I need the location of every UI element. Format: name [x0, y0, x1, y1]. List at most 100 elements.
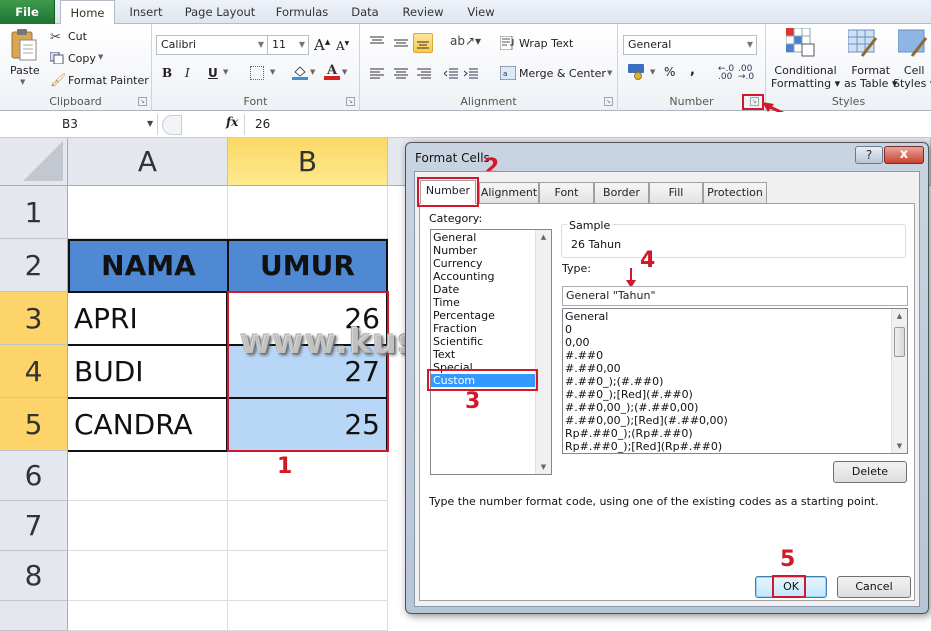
grow-font-icon[interactable]: A▲: [314, 36, 330, 54]
category-item-currency[interactable]: Currency: [431, 257, 551, 270]
format-code-item[interactable]: 0: [563, 323, 907, 336]
merge-dropdown-icon[interactable]: ▼: [607, 69, 612, 77]
format-code-item[interactable]: #.##0: [563, 349, 907, 362]
format-code-item[interactable]: #.##0,00: [563, 362, 907, 375]
format-code-list[interactable]: General 0 0,00 #.##0 #.##0,00 #.##0_);(#.##0)…: [562, 308, 908, 454]
cell-a4[interactable]: BUDI: [68, 346, 228, 399]
alignment-launcher-icon[interactable]: ↘: [604, 97, 613, 106]
decrease-decimal-icon[interactable]: .00 →.0: [738, 65, 754, 82]
conditional-formatting-button[interactable]: Conditional Formatting ▾: [771, 64, 840, 90]
dialog-tab-font[interactable]: Font: [539, 182, 594, 203]
category-item-fraction[interactable]: Fraction: [431, 322, 551, 335]
font-launcher-icon[interactable]: ↘: [346, 97, 355, 106]
cell-b9[interactable]: [228, 601, 388, 631]
comma-style-button[interactable]: ,: [690, 63, 695, 78]
font-name-combo[interactable]: Calibri ▼: [156, 35, 268, 55]
category-item-general[interactable]: General: [431, 231, 551, 244]
cell-a9[interactable]: [68, 601, 228, 631]
font-size-combo[interactable]: 11 ▼: [267, 35, 309, 55]
cell-a8[interactable]: [68, 551, 228, 601]
scroll-up-icon[interactable]: ▲: [536, 230, 551, 244]
align-right-icon[interactable]: [417, 68, 431, 80]
underline-button[interactable]: U: [208, 66, 218, 80]
italic-button[interactable]: I: [185, 66, 190, 80]
row-header-8[interactable]: 8: [0, 551, 68, 601]
align-top-icon[interactable]: [370, 36, 384, 46]
cancel-button[interactable]: Cancel: [837, 576, 911, 598]
font-color-dropdown-icon[interactable]: ▼: [342, 68, 347, 76]
align-middle-icon[interactable]: [394, 38, 408, 48]
cell-a3[interactable]: APRI: [68, 293, 228, 346]
category-item-date[interactable]: Date: [431, 283, 551, 296]
format-as-table-button[interactable]: Format as Table ▾: [844, 64, 897, 90]
category-list[interactable]: General Number Currency Accounting Date Time P…: [430, 229, 552, 475]
decrease-indent-icon[interactable]: [443, 68, 458, 80]
fill-color-icon[interactable]: [292, 64, 308, 80]
format-code-item[interactable]: Rp#.##0_);(Rp#.##0): [563, 427, 907, 440]
dialog-tab-fill[interactable]: Fill: [649, 182, 703, 203]
format-list-scrollbar[interactable]: ▲ ▼: [891, 309, 907, 453]
tab-file[interactable]: File: [0, 0, 55, 24]
cell-a7[interactable]: [68, 501, 228, 551]
category-item-text[interactable]: Text: [431, 348, 551, 361]
category-item-percentage[interactable]: Percentage: [431, 309, 551, 322]
format-code-item[interactable]: Rp#.##0_);[Red](Rp#.##0): [563, 440, 907, 453]
paste-button[interactable]: Paste: [10, 64, 40, 77]
accounting-dropdown-icon[interactable]: ▼: [650, 68, 655, 76]
cell-a1[interactable]: [68, 186, 228, 239]
tab-formulas[interactable]: Formulas: [270, 0, 334, 24]
format-painter-button[interactable]: Format Painter: [68, 74, 149, 87]
copy-dropdown-icon[interactable]: ▼: [98, 53, 103, 61]
increase-decimal-icon[interactable]: ←.0.00: [718, 65, 734, 82]
orientation-icon[interactable]: ab↗▾: [450, 34, 481, 48]
scroll-down-icon[interactable]: ▼: [892, 439, 907, 453]
cell-styles-button[interactable]: CellStyles ▾: [893, 64, 931, 90]
copy-button[interactable]: Copy: [68, 52, 96, 65]
help-button[interactable]: ?: [855, 146, 883, 164]
scroll-thumb[interactable]: [894, 327, 905, 357]
accounting-format-icon[interactable]: [628, 64, 646, 80]
borders-icon[interactable]: [250, 66, 264, 80]
row-header-5[interactable]: 5: [0, 398, 68, 451]
cell-a5[interactable]: CANDRA: [68, 399, 228, 452]
row-header-2[interactable]: 2: [0, 239, 68, 292]
category-item-accounting[interactable]: Accounting: [431, 270, 551, 283]
tab-page-layout[interactable]: Page Layout: [180, 0, 260, 24]
row-header-7[interactable]: 7: [0, 501, 68, 551]
format-code-item[interactable]: General: [563, 310, 907, 323]
tab-data[interactable]: Data: [343, 0, 387, 24]
increase-indent-icon[interactable]: [463, 68, 478, 80]
cell-b6[interactable]: [228, 452, 388, 501]
close-button[interactable]: x: [884, 146, 924, 164]
scroll-down-icon[interactable]: ▼: [536, 460, 551, 474]
row-header-9[interactable]: [0, 601, 68, 631]
wrap-text-button[interactable]: Wrap Text: [519, 37, 573, 50]
tab-review[interactable]: Review: [396, 0, 450, 24]
fill-color-dropdown-icon[interactable]: ▼: [310, 68, 315, 76]
paste-icon[interactable]: [10, 28, 38, 62]
merge-center-button[interactable]: Merge & Center: [519, 67, 606, 80]
formula-input[interactable]: 26: [244, 114, 931, 135]
select-all-corner[interactable]: [0, 138, 68, 186]
underline-dropdown-icon[interactable]: ▼: [223, 68, 228, 76]
bold-button[interactable]: B: [162, 66, 172, 80]
tab-insert[interactable]: Insert: [122, 0, 170, 24]
format-code-item[interactable]: #.##0,00_);[Red](#.##0,00): [563, 414, 907, 427]
align-bottom-icon[interactable]: [413, 33, 433, 53]
tab-view[interactable]: View: [459, 0, 503, 24]
name-box[interactable]: B3: [0, 114, 158, 135]
scroll-up-icon[interactable]: ▲: [892, 309, 907, 323]
delete-button[interactable]: Delete: [833, 461, 907, 483]
dialog-tab-alignment[interactable]: Alignment: [479, 182, 539, 203]
row-header-1[interactable]: 1: [0, 186, 68, 239]
percent-style-button[interactable]: %: [664, 65, 675, 79]
format-code-item[interactable]: 0,00: [563, 336, 907, 349]
font-color-icon[interactable]: A: [324, 62, 340, 80]
cell-a6[interactable]: [68, 452, 228, 501]
format-code-item[interactable]: #.##0,00_);(#.##0,00): [563, 401, 907, 414]
insert-function-icon[interactable]: fx: [226, 115, 238, 129]
format-code-item[interactable]: #.##0_);[Red](#.##0): [563, 388, 907, 401]
align-left-icon[interactable]: [370, 68, 384, 80]
clipboard-launcher-icon[interactable]: ↘: [138, 97, 147, 106]
type-input[interactable]: General "Tahun": [562, 286, 908, 306]
